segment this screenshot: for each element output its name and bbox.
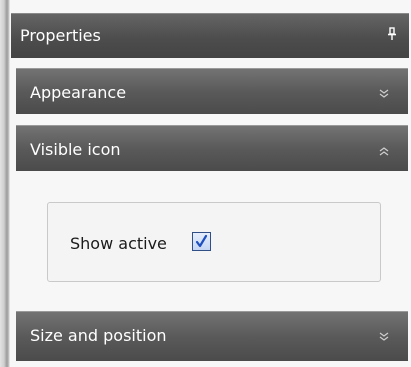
show-active-checkbox[interactable] (192, 232, 211, 251)
section-appearance-label: Appearance (30, 83, 127, 102)
chevron-up-icon[interactable] (378, 142, 390, 156)
panel-header: Properties (11, 13, 409, 58)
checkmark-icon (195, 234, 208, 248)
show-active-label: Show active (70, 234, 167, 253)
properties-panel: Properties Appearance Visible icon Show … (0, 0, 411, 367)
section-appearance[interactable]: Appearance (16, 68, 408, 114)
section-visible-icon[interactable]: Visible icon (16, 125, 408, 171)
panel-left-border (0, 0, 10, 367)
section-size-and-position[interactable]: Size and position (16, 311, 408, 361)
chevron-down-icon[interactable] (378, 328, 390, 341)
panel-title: Properties (20, 26, 101, 45)
section-visible-icon-label: Visible icon (30, 140, 121, 159)
chevron-down-icon[interactable] (378, 85, 390, 98)
visible-icon-options-box: Show active (47, 202, 381, 282)
pin-icon[interactable] (387, 26, 397, 42)
section-size-and-position-label: Size and position (30, 326, 167, 345)
